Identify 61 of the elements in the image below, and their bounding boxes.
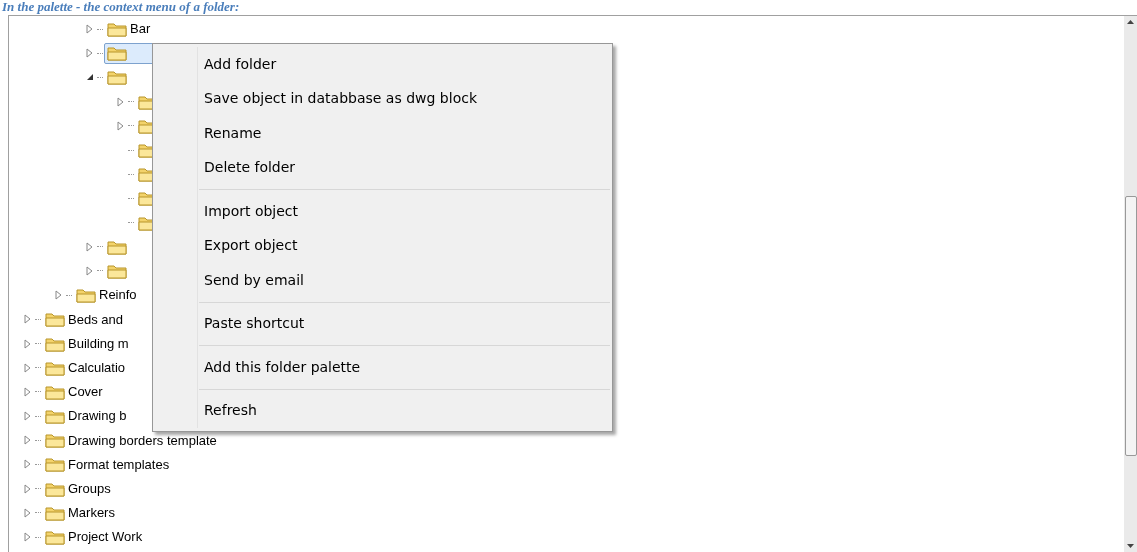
collapsed-arrow-icon[interactable] [55,290,63,301]
caption: In the palette - the context menu of a folder: [1,0,241,15]
folder-icon [45,359,65,376]
folder-icon [45,311,65,328]
menu-item[interactable]: Add this folder palette [153,350,612,385]
scrollbar-thumb[interactable] [1125,196,1137,456]
tree-item[interactable]: Format templates [42,453,173,475]
collapsed-arrow-icon[interactable] [86,241,94,252]
folder-icon [45,504,65,521]
tree-item[interactable]: Reinfo [73,284,140,306]
folder-icon [107,262,127,279]
menu-item[interactable]: Import object [153,194,612,229]
menu-item[interactable]: Paste shortcut [153,306,612,341]
tree-item[interactable]: Cover [42,381,106,403]
menu-item[interactable]: Save object in databbase as dwg block [153,81,612,116]
folder-icon [45,480,65,497]
collapsed-arrow-icon[interactable] [24,338,32,349]
folder-icon [45,456,65,473]
collapsed-arrow-icon[interactable] [24,435,32,446]
tree-item[interactable]: Building m [42,333,132,355]
collapsed-arrow-icon[interactable] [24,314,32,325]
collapsed-arrow-icon[interactable] [24,507,32,518]
scroll-up-icon[interactable] [1127,20,1134,24]
folder-icon [107,69,127,86]
collapsed-arrow-icon[interactable] [24,386,32,397]
folder-icon [107,45,127,62]
collapsed-arrow-icon[interactable] [24,362,32,373]
menu-item[interactable]: Add folder [153,47,612,82]
scrollbar[interactable] [1124,16,1137,552]
folder-icon [45,408,65,425]
folder-icon [76,287,96,304]
folder-icon [45,529,65,546]
scroll-down-icon[interactable] [1127,544,1134,548]
tree-item[interactable]: Project Work [42,526,146,548]
menu-item[interactable]: Refresh [153,393,612,428]
menu-item[interactable]: Send by email [153,263,612,298]
expanded-arrow-icon[interactable] [86,73,94,82]
collapsed-arrow-icon[interactable] [24,532,32,543]
folder-icon [107,238,127,255]
tree-item[interactable]: Markers [42,502,118,524]
tree-item[interactable]: Beds and [42,308,126,330]
folder-icon [107,21,127,38]
collapsed-arrow-icon[interactable] [86,265,94,276]
folder-icon [45,432,65,449]
menu-item[interactable]: Delete folder [153,150,612,185]
tree-item[interactable]: Drawing b [42,405,130,427]
collapsed-arrow-icon[interactable] [117,120,125,131]
collapsed-arrow-icon[interactable] [86,48,94,59]
tree-item[interactable]: Bar [104,18,154,40]
tree-item[interactable]: Groups [42,478,114,500]
collapsed-arrow-icon[interactable] [117,96,125,107]
tree-item[interactable]: Drawing borders template [42,429,220,451]
folder-icon [45,335,65,352]
collapsed-arrow-icon[interactable] [24,411,32,422]
folder-icon [45,383,65,400]
collapsed-arrow-icon[interactable] [24,459,32,470]
tree-item[interactable]: Calculatio [42,357,129,379]
menu-item[interactable]: Export object [153,228,612,263]
collapsed-arrow-icon[interactable] [24,483,32,494]
menu-item[interactable]: Rename [153,116,612,151]
collapsed-arrow-icon[interactable] [86,24,94,35]
